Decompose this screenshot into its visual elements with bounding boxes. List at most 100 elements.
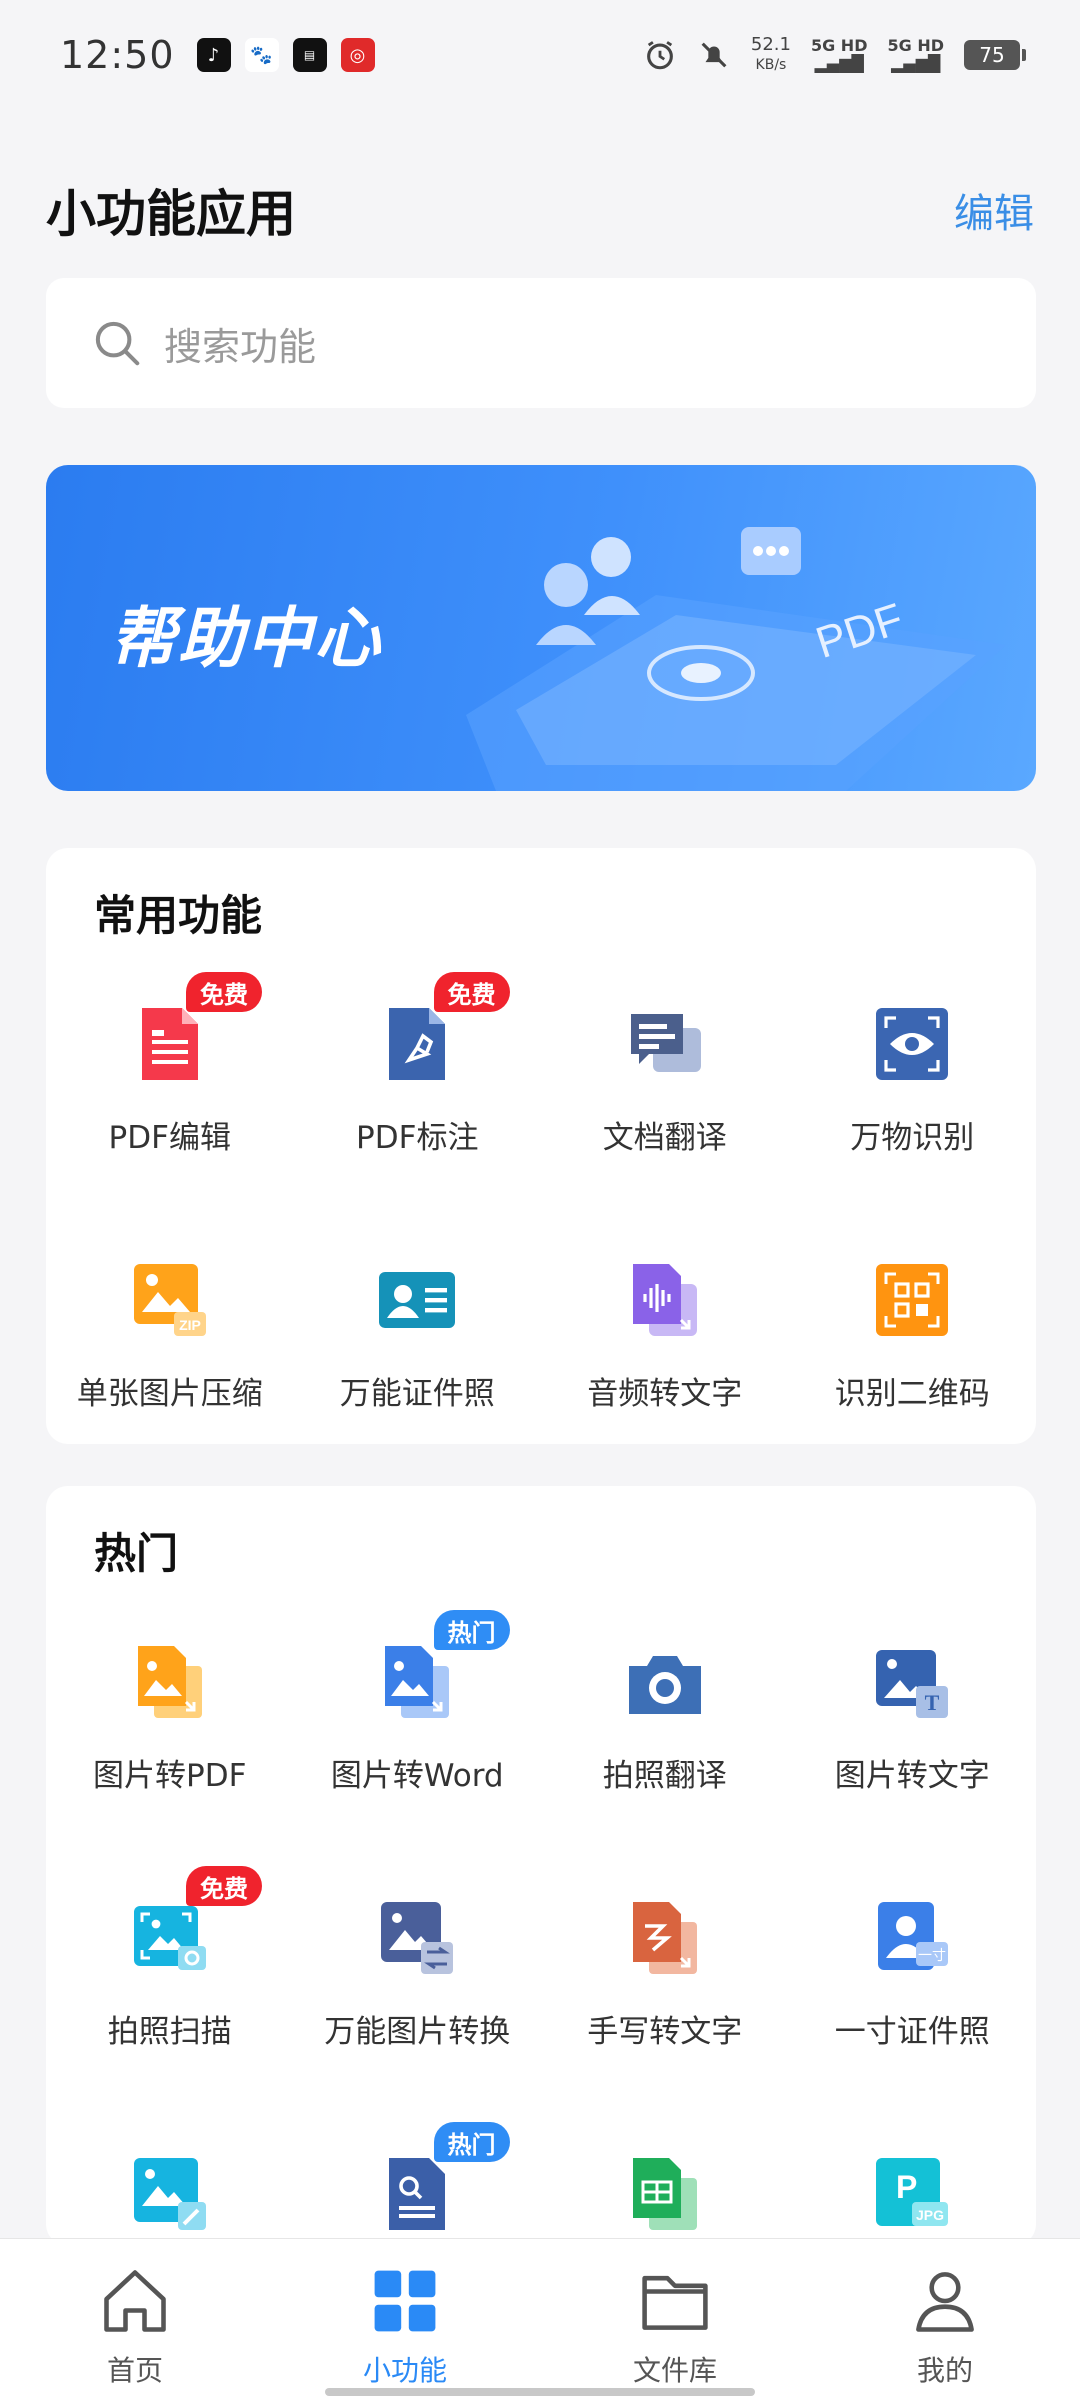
tool-audio-to-text[interactable]: 音频转文字 [541, 1224, 789, 1480]
baidu-icon: 🐾 [244, 38, 279, 72]
section-title-hot: 热门 [94, 1529, 179, 1578]
image-to-pdf-icon [137, 1646, 202, 1718]
tool-image-convert[interactable]: 万能图片转换 [294, 1862, 542, 2118]
tool-label: 一寸证件照 [834, 2014, 990, 2050]
badge-hot: 热门 [433, 1610, 510, 1650]
network-speed: 52.1 KB/s [750, 34, 791, 74]
nav-home[interactable]: 首页 [0, 2239, 270, 2400]
one-inch-photo-icon: 一寸 [878, 1902, 949, 1970]
tool-qr-scan[interactable]: 识别二维码 [789, 1224, 1037, 1480]
help-center-banner[interactable]: PDF 帮助中心 [46, 465, 1036, 791]
home-indicator[interactable] [325, 2388, 755, 2396]
mute-bell-icon [701, 42, 727, 68]
nav-label: 我的 [916, 2354, 973, 2387]
common-functions-card: 常用功能 免费 PDF编辑 免费 PDF标注 文档翻译 万物识别 ZIP 单张图… [46, 848, 1036, 1444]
nav-label: 文件库 [632, 2354, 717, 2387]
tool-id-photo[interactable]: 万能证件照 [294, 1224, 542, 1480]
edit-button[interactable]: 编辑 [954, 181, 1034, 239]
image-to-text-icon: T [876, 1650, 949, 1718]
nav-files[interactable]: 文件库 [540, 2239, 810, 2400]
badge-free: 免费 [186, 1866, 262, 1906]
tool-image-to-word[interactable]: 热门 图片转Word [294, 1606, 542, 1862]
image-to-word-icon [385, 1646, 450, 1718]
tool-camera-scan[interactable]: 免费 拍照扫描 [46, 1862, 294, 2118]
battery-indicator: 75 [964, 40, 1026, 70]
handwriting-to-text-icon [632, 1902, 697, 1974]
search-placeholder: 搜索功能 [164, 324, 317, 369]
tool-label: 图片转文字 [834, 1758, 990, 1794]
section-title-common: 常用功能 [94, 891, 263, 940]
tool-label: 手写转文字 [587, 2014, 743, 2050]
tool-label: 单张图片压缩 [76, 1376, 263, 1412]
signal-2: 5G HD ▂▄▆█ [887, 36, 944, 73]
tool-handwriting-to-text[interactable]: 手写转文字 [541, 1862, 789, 2118]
home-icon [104, 2270, 166, 2332]
camera-translate-icon [628, 1656, 701, 1714]
status-time: 12:50 [60, 33, 175, 77]
nav-profile[interactable]: 我的 [810, 2239, 1080, 2400]
nav-tools[interactable]: 小功能 [270, 2239, 540, 2400]
search-input[interactable]: 搜索功能 [46, 278, 1036, 408]
tool-one-inch-photo[interactable]: 一寸 一寸证件照 [789, 1862, 1037, 2118]
jpg-label: JPG [916, 2207, 944, 2223]
tool-label: 拍照扫描 [107, 2014, 232, 2050]
news-icon: ▤ [292, 38, 327, 72]
tool-label: 万能证件照 [339, 1376, 495, 1412]
douyin-icon: ♪ [196, 38, 231, 72]
badge-hot: 热门 [433, 2122, 510, 2162]
tool-object-recognition[interactable]: 万物识别 [789, 968, 1037, 1224]
grid-apps-icon [374, 2270, 436, 2332]
status-bar: 12:50 ♪ 🐾 ▤ ◎ 52.1 KB/s 5G HD ▂▄▆█ 5G HD ▂… [0, 0, 1080, 110]
status-app-icons: ♪ 🐾 ▤ ◎ [196, 38, 375, 72]
qr-scan-icon [876, 1264, 949, 1336]
tool-camera-translate[interactable]: 拍照翻译 [541, 1606, 789, 1862]
audio-to-text-icon [632, 1264, 697, 1336]
sheet-convert-icon [632, 2158, 697, 2230]
doc-translate-icon [630, 1014, 701, 1072]
zip-label: ZIP [179, 1317, 201, 1333]
tool-label: 图片转PDF [93, 1758, 247, 1794]
tool-label: 音频转文字 [587, 1376, 743, 1412]
tool-label: 拍照翻译 [602, 1758, 727, 1794]
header: 小功能应用 编辑 [46, 170, 1034, 250]
doc-search-icon [389, 2158, 446, 2230]
tool-doc-translate[interactable]: 文档翻译 [541, 968, 789, 1224]
tool-image-to-text[interactable]: T 图片转文字 [789, 1606, 1037, 1862]
id-photo-icon [379, 1272, 456, 1328]
status-indicators: 52.1 KB/s 5G HD ▂▄▆█ 5G HD ▂▄▆█ 75 [643, 34, 1026, 75]
svg-text:P: P [896, 2169, 917, 2205]
svg-text:T: T [925, 1690, 940, 1715]
pdf-annotate-icon [389, 1008, 446, 1080]
tool-image-to-pdf[interactable]: 图片转PDF [46, 1606, 294, 1862]
badge-free: 免费 [186, 972, 262, 1012]
tool-label: PDF标注 [356, 1120, 479, 1156]
tool-label: 识别二维码 [834, 1376, 990, 1412]
camera-scan-icon [133, 1906, 206, 1970]
object-recognition-icon [876, 1008, 949, 1080]
bottom-nav: 首页 小功能 文件库 我的 [0, 2238, 1080, 2400]
page-title: 小功能应用 [46, 185, 296, 243]
pdf-edit-icon [141, 1008, 198, 1080]
nav-label: 小功能 [362, 2354, 447, 2387]
tool-pdf-annotate[interactable]: 免费 PDF标注 [294, 968, 542, 1224]
badge-free: 免费 [433, 972, 510, 1012]
image-compress-icon: ZIP [133, 1264, 206, 1336]
tool-pdf-edit[interactable]: 免费 PDF编辑 [46, 968, 294, 1224]
alarm-icon [646, 41, 673, 70]
image-convert-icon [381, 1902, 454, 1974]
signal-1: 5G HD ▂▄▆█ [810, 36, 868, 73]
hot-functions-card: 热门 图片转PDF 热门 图片转Word 拍照翻译 T 图片转文字 免费 拍照扫… [46, 1486, 1036, 2246]
image-repair-icon [133, 2158, 206, 2230]
profile-icon [916, 2272, 974, 2332]
tool-label: PDF编辑 [108, 1120, 231, 1156]
one-inch-label: 一寸 [918, 1948, 946, 1964]
tool-label: 万能图片转换 [324, 2014, 511, 2050]
search-icon [95, 321, 140, 366]
folder-icon [642, 2275, 708, 2330]
banner-title: 帮助中心 [110, 600, 382, 677]
tool-label: 图片转Word [330, 1758, 504, 1794]
ppt-to-jpg-icon: P JPG [876, 2158, 949, 2226]
tool-label: 文档翻译 [602, 1120, 727, 1156]
nav-label: 首页 [106, 2354, 163, 2387]
tool-image-compress[interactable]: ZIP 单张图片压缩 [46, 1224, 294, 1480]
